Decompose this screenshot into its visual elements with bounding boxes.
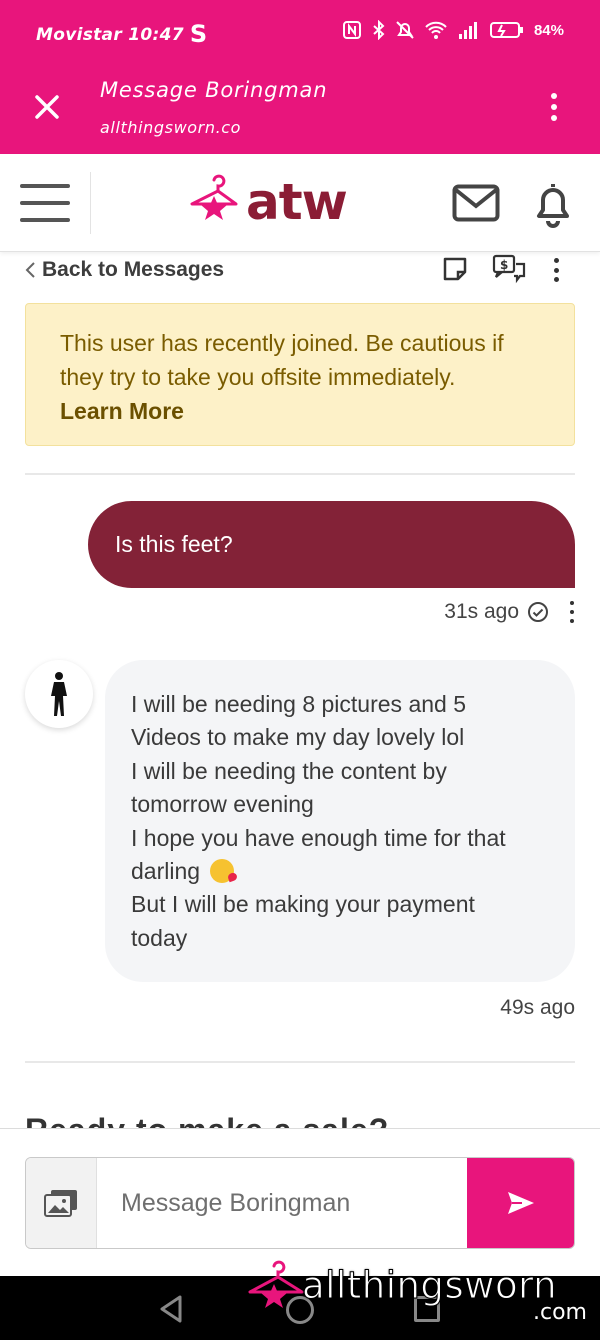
paper-plane-icon: [507, 1192, 534, 1214]
divider: [25, 473, 575, 475]
bell-muted-icon: [396, 21, 414, 39]
kissing-face-icon: [210, 859, 235, 884]
watermark: allthingsworn .com: [246, 1260, 596, 1340]
envelope-icon: [452, 184, 500, 222]
incoming-message-text: darling: [131, 858, 201, 885]
logo-text: atw: [246, 173, 348, 231]
battery-icon: [489, 22, 523, 38]
outgoing-message-time: 31s ago: [444, 600, 519, 623]
incoming-message-line: Videos to make my day lovely lol: [131, 724, 465, 751]
incoming-message-line: But I will be making your payment: [131, 891, 475, 918]
check-circle-icon: [528, 602, 548, 622]
back-to-messages-link[interactable]: Back to Messages: [24, 258, 224, 282]
attach-media-button[interactable]: [26, 1158, 98, 1248]
thread-options-button[interactable]: [552, 258, 560, 282]
svg-text:$: $: [500, 258, 508, 272]
tab-title: Message Boringman: [100, 78, 328, 102]
status-bar: Movistar 10:47 S 84%: [0, 0, 600, 68]
outgoing-message-bubble: Is this feet?: [88, 501, 575, 588]
incoming-message-bubble: I will be needing 8 pictures and 5 Video…: [105, 660, 575, 982]
carrier-time-text: Movistar 10:47: [36, 25, 184, 45]
person-silhouette-icon: [51, 672, 67, 716]
hamburger-menu-button[interactable]: [20, 184, 70, 222]
battery-level: 84%: [533, 21, 564, 39]
sticky-note-icon: [443, 257, 467, 281]
notification-s-icon: S: [189, 20, 208, 48]
messages-button[interactable]: [452, 184, 500, 227]
incoming-message-line: I will be needing 8 pictures and 5: [131, 691, 466, 717]
bluetooth-icon: [373, 20, 385, 40]
outgoing-message-text: Is this feet?: [115, 531, 233, 557]
watermark-text: allthingsworn: [301, 1264, 558, 1308]
incoming-message-line: tomorrow evening: [131, 791, 314, 818]
bell-icon: [537, 184, 569, 228]
learn-more-link[interactable]: Learn More: [60, 398, 184, 424]
notifications-button[interactable]: [530, 180, 576, 233]
new-user-warning: This user has recently joined. Be cautio…: [25, 303, 575, 446]
back-to-messages-label: Back to Messages: [42, 258, 225, 281]
incoming-message-line-with-emoji: darling: [131, 855, 549, 888]
nav-back-icon[interactable]: [158, 1294, 184, 1324]
send-button[interactable]: [467, 1158, 574, 1248]
incoming-message-line: I hope you have enough time for that: [131, 824, 506, 851]
close-tab-button[interactable]: [30, 90, 64, 124]
message-input[interactable]: [97, 1158, 468, 1248]
incoming-message-time: 49s ago: [500, 996, 575, 1019]
watermark-suffix: .com: [533, 1300, 587, 1325]
thread-toolbar: Back to Messages $: [0, 252, 600, 292]
tab-url: allthingsworn.co: [100, 118, 242, 137]
avatar[interactable]: [25, 660, 93, 728]
site-nav: atw: [0, 154, 600, 252]
incoming-message-line: I will be needing the content by: [131, 757, 447, 784]
hanger-logo-icon: [248, 1260, 304, 1308]
status-icons: 84%: [342, 20, 564, 40]
composer-bar: [0, 1128, 600, 1276]
incoming-message-line: today: [131, 924, 188, 951]
outgoing-message-meta: 31s ago: [444, 600, 575, 624]
note-button[interactable]: [442, 256, 468, 287]
site-logo[interactable]: atw: [186, 173, 348, 231]
chevron-left-icon: [25, 262, 35, 278]
custom-tab-header: Message Boringman allthingsworn.co: [0, 68, 600, 154]
wifi-icon: [425, 21, 447, 39]
nav-divider: [90, 172, 91, 234]
tab-menu-button[interactable]: [544, 90, 564, 124]
payment-request-button[interactable]: $: [492, 254, 528, 289]
hanger-logo-icon: [190, 174, 238, 220]
message-options-button[interactable]: [569, 601, 575, 623]
close-icon: [35, 95, 59, 119]
warning-text: This user has recently joined. Be cautio…: [60, 330, 504, 390]
divider: [25, 1061, 575, 1063]
message-composer: [25, 1157, 575, 1249]
dollar-chat-icon: $: [492, 254, 526, 284]
image-gallery-icon: [44, 1190, 77, 1217]
nfc-icon: [342, 21, 361, 39]
signal-icon: [458, 22, 477, 39]
status-carrier-time: Movistar 10:47 S: [36, 20, 207, 48]
